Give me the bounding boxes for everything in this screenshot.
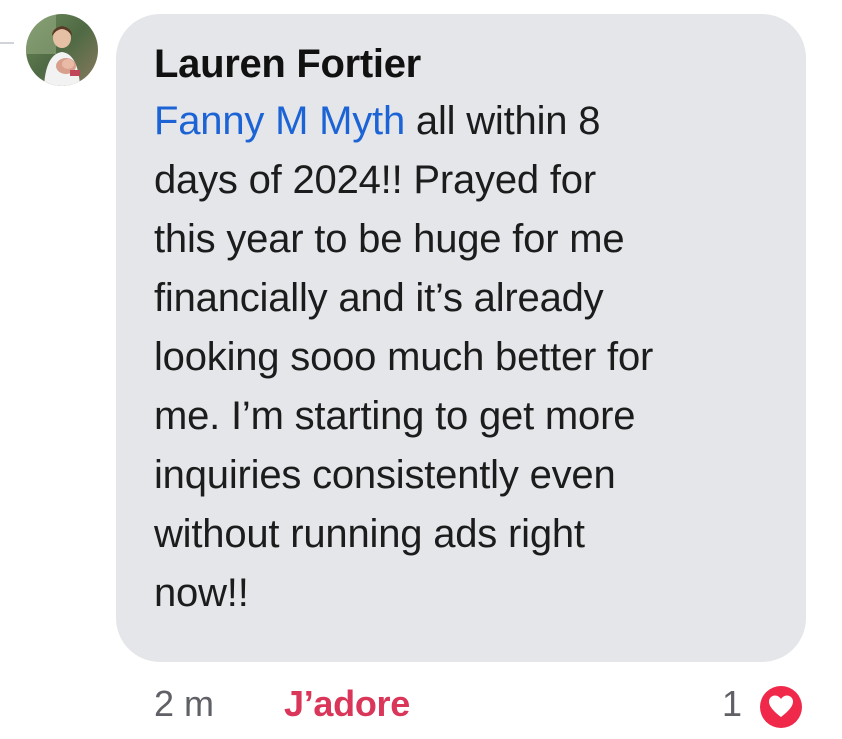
comment-line-6: me. I’m starting to get more <box>154 394 636 438</box>
comment-line-2: days of 2024!! Prayed for <box>154 158 596 202</box>
profile-photo-icon <box>26 14 98 86</box>
comment-line-7: inquiries consistently even <box>154 453 616 497</box>
comment-author-name[interactable]: Lauren Fortier <box>154 40 770 92</box>
love-reaction-button[interactable]: J’adore <box>284 680 410 728</box>
comment-line-5: looking sooo much better for <box>154 335 654 379</box>
comment-line-9: now!! <box>154 571 249 615</box>
comment-line-1: Fanny M Myth all within 8 <box>154 92 774 151</box>
comment-line-4: financially and it’s already <box>154 276 604 320</box>
reaction-count[interactable]: 1 <box>722 680 742 728</box>
comment-line-8: without running ads right <box>154 512 585 556</box>
comment-bubble[interactable]: Lauren Fortier Fanny M Myth all within 8… <box>116 14 806 662</box>
comment-line-1-text: all within 8 <box>405 99 601 143</box>
heart-icon[interactable] <box>758 684 804 730</box>
thread-connector-line <box>0 42 14 44</box>
avatar[interactable] <box>26 14 98 86</box>
mention-link[interactable]: Fanny M Myth <box>154 99 405 143</box>
comment-text: Fanny M Myth all within 8 days of 2024!!… <box>154 92 774 623</box>
comment-line-3: this year to be huge for me <box>154 217 625 261</box>
comment-meta-row: 2 m J’adore 1 <box>0 680 842 732</box>
comment-timestamp[interactable]: 2 m <box>154 680 214 728</box>
